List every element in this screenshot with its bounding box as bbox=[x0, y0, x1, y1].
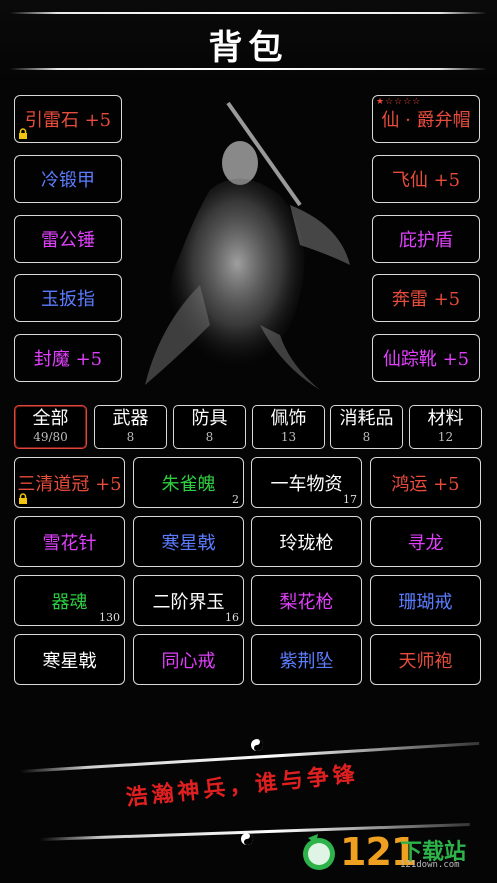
item-label: 同心戒 bbox=[161, 650, 216, 672]
equip-slot-left-2[interactable]: 冷锻甲 bbox=[14, 155, 122, 203]
equip-slot-left-3[interactable]: 雷公锤 bbox=[14, 215, 122, 263]
item-label: 寻龙 bbox=[407, 532, 444, 554]
tab-materials[interactable]: 材料 12 bbox=[409, 405, 482, 449]
item-label: 寒星戟 bbox=[42, 650, 97, 672]
title-top-line bbox=[10, 12, 487, 14]
item-label: 寒星戟 bbox=[161, 532, 216, 554]
tab-label: 消耗品 bbox=[339, 408, 394, 429]
inventory-item[interactable]: 梨花枪 bbox=[251, 575, 362, 626]
tab-count: 49/80 bbox=[33, 430, 68, 444]
inventory-item[interactable]: 雪花针 bbox=[14, 516, 125, 567]
tab-consumables[interactable]: 消耗品 8 bbox=[330, 405, 403, 449]
equip-slot-left-5[interactable]: 封魔 +5 bbox=[14, 334, 122, 382]
equip-slot-label: 庇护盾 bbox=[399, 230, 453, 251]
equip-slot-label: 玉扳指 bbox=[41, 289, 95, 310]
equip-slot-left-1[interactable]: 引雷石 +5 bbox=[14, 95, 122, 143]
tab-label: 防具 bbox=[191, 408, 228, 429]
inventory-item[interactable]: 天师袍 bbox=[370, 634, 481, 685]
page-title: 背包 bbox=[208, 28, 289, 68]
item-label: 紫荆坠 bbox=[279, 650, 334, 672]
hero-silhouette bbox=[145, 101, 350, 390]
watermark-logo: 121 下载站 121down.com bbox=[300, 830, 485, 878]
item-quantity: 2 bbox=[232, 493, 239, 506]
item-label: 一车物资 bbox=[270, 473, 343, 495]
tab-armor[interactable]: 防具 8 bbox=[173, 405, 246, 449]
yin-yang-icon bbox=[251, 739, 263, 751]
inventory-item[interactable]: 三清道冠 +5 bbox=[14, 457, 125, 508]
item-quantity: 130 bbox=[99, 611, 120, 624]
inventory-item[interactable]: 寻龙 bbox=[370, 516, 481, 567]
equip-slot-label: 引雷石 +5 bbox=[24, 110, 112, 131]
inventory-item[interactable]: 珊瑚戒 bbox=[370, 575, 481, 626]
item-quantity: 16 bbox=[225, 611, 239, 624]
item-label: 雪花针 bbox=[42, 532, 97, 554]
tab-label: 全部 bbox=[32, 408, 69, 429]
item-label: 鸿运 +5 bbox=[391, 473, 460, 495]
equip-slot-right-5[interactable]: 仙踪靴 +5 bbox=[372, 334, 480, 382]
tab-count: 8 bbox=[126, 430, 135, 444]
equip-slot-right-4[interactable]: 奔雷 +5 bbox=[372, 274, 480, 322]
inventory-item[interactable]: 寒星戟 bbox=[133, 516, 244, 567]
tab-count: 12 bbox=[437, 430, 454, 444]
inventory-item[interactable]: 二阶界玉 16 bbox=[133, 575, 244, 626]
inventory-item[interactable]: 寒星戟 bbox=[14, 634, 125, 685]
title-bottom-line bbox=[10, 68, 487, 70]
equip-slot-label: 冷锻甲 bbox=[41, 170, 95, 191]
inventory-item[interactable]: 一车物资 17 bbox=[251, 457, 362, 508]
equip-slot-label: 奔雷 +5 bbox=[391, 289, 461, 310]
lock-icon bbox=[19, 128, 27, 139]
item-label: 三清道冠 +5 bbox=[17, 473, 122, 495]
inventory-item[interactable]: 紫荆坠 bbox=[251, 634, 362, 685]
tab-label: 材料 bbox=[427, 408, 464, 429]
tab-all[interactable]: 全部 49/80 bbox=[14, 405, 87, 449]
equip-slot-label: 封魔 +5 bbox=[33, 349, 103, 370]
tab-weapons[interactable]: 武器 8 bbox=[94, 405, 167, 449]
equip-slot-right-1[interactable]: ★☆☆☆☆ 仙 · 爵弁帽 bbox=[372, 95, 480, 143]
globe-icon bbox=[303, 834, 335, 870]
tab-count: 8 bbox=[362, 430, 371, 444]
inventory-item[interactable]: 器魂 130 bbox=[14, 575, 125, 626]
inventory-item[interactable]: 鸿运 +5 bbox=[370, 457, 481, 508]
equip-slot-label: 飞仙 +5 bbox=[391, 170, 461, 191]
equip-slot-right-3[interactable]: 庇护盾 bbox=[372, 215, 480, 263]
lock-icon bbox=[19, 493, 27, 504]
item-quantity: 17 bbox=[343, 493, 357, 506]
equip-slot-label: 雷公锤 bbox=[41, 230, 95, 251]
equip-slot-left-4[interactable]: 玉扳指 bbox=[14, 274, 122, 322]
equip-slot-right-2[interactable]: 飞仙 +5 bbox=[372, 155, 480, 203]
tab-accessories[interactable]: 佩饰 13 bbox=[252, 405, 325, 449]
item-label: 器魂 bbox=[51, 591, 88, 613]
item-label: 梨花枪 bbox=[279, 591, 334, 613]
item-label: 二阶界玉 bbox=[152, 591, 225, 613]
tab-count: 8 bbox=[205, 430, 214, 444]
inventory-item[interactable]: 同心戒 bbox=[133, 634, 244, 685]
tab-label: 武器 bbox=[112, 408, 149, 429]
inventory-item[interactable]: 玲珑枪 bbox=[251, 516, 362, 567]
item-label: 珊瑚戒 bbox=[398, 591, 453, 613]
item-label: 玲珑枪 bbox=[279, 532, 334, 554]
equip-slot-label: 仙 · 爵弁帽 bbox=[381, 110, 471, 131]
tab-label: 佩饰 bbox=[270, 408, 307, 429]
equip-slot-label: 仙踪靴 +5 bbox=[382, 349, 470, 370]
yin-yang-icon bbox=[241, 833, 253, 845]
star-rating: ★☆☆☆☆ bbox=[376, 97, 422, 107]
tab-count: 13 bbox=[280, 430, 297, 444]
watermark-url: 121down.com bbox=[400, 860, 460, 870]
item-label: 天师袍 bbox=[398, 650, 453, 672]
inventory-item[interactable]: 朱雀魄 2 bbox=[133, 457, 244, 508]
item-label: 朱雀魄 bbox=[161, 473, 216, 495]
